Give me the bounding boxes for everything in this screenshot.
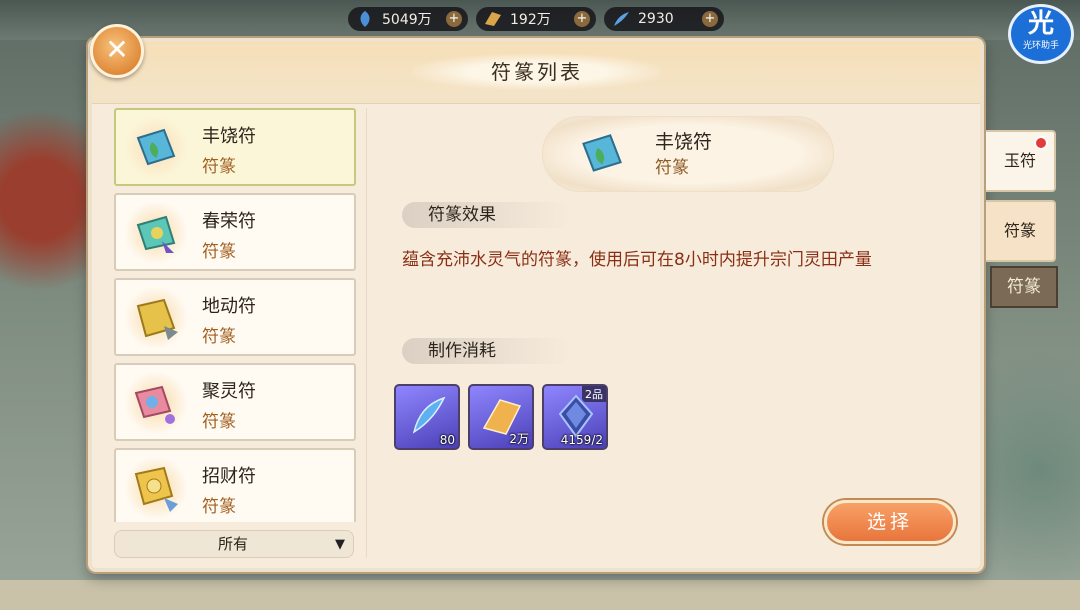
list-item[interactable]: 春荣符 符篆 <box>114 193 356 271</box>
talisman-list[interactable]: 丰饶符 符篆 春荣符 符篆 地动符 符篆 聚灵符 符篆 招财符 符篆 <box>114 108 356 522</box>
resource-bar: 5049万 + 192万 + 2930 + <box>348 7 724 31</box>
didong-talisman-icon <box>124 286 188 350</box>
item-type: 符篆 <box>202 157 236 177</box>
list-item[interactable]: 招财符 符篆 <box>114 448 356 522</box>
effect-section-title: 符篆效果 <box>402 202 572 228</box>
dropdown-arrow-icon: ▼ <box>335 537 345 552</box>
chunrong-talisman-icon <box>124 201 188 265</box>
resource-paper: 192万 + <box>476 7 596 31</box>
zhaocai-talisman-icon <box>124 456 188 520</box>
fengrao-talisman-icon <box>124 116 188 180</box>
add-resource-button[interactable]: + <box>702 11 718 27</box>
selected-name: 丰饶符 <box>655 131 713 153</box>
panel-divider <box>366 108 367 558</box>
add-resource-button[interactable]: + <box>446 11 462 27</box>
blue-feather-icon <box>608 9 634 29</box>
juling-talisman-icon <box>124 371 188 435</box>
cost-section-title: 制作消耗 <box>402 338 572 364</box>
tab-talisman[interactable]: 符篆 <box>986 200 1056 262</box>
material-list: 80 2万 2品 4159/2 <box>394 384 608 450</box>
tab-label: 玉符 <box>1003 151 1036 170</box>
hanging-scroll-sign: 符篆 <box>990 266 1058 308</box>
item-name: 丰饶符 <box>202 126 256 147</box>
fox-mascot-icon: ✕ <box>105 33 129 66</box>
selected-talisman-header: 丰饶符 符篆 <box>542 116 834 192</box>
helper-app-badge[interactable]: 光 光环助手 <box>1008 4 1074 64</box>
effect-description: 蕴含充沛水灵气的符篆，使用后可在8小时内提升宗门灵田产量 <box>402 250 872 270</box>
resource-spirit-leaf: 5049万 + <box>348 7 468 31</box>
list-item[interactable]: 聚灵符 符篆 <box>114 363 356 441</box>
item-type: 符篆 <box>202 412 236 432</box>
list-item[interactable]: 丰饶符 符篆 <box>114 108 356 186</box>
material-slot[interactable]: 80 <box>394 384 460 450</box>
resource-value: 192万 <box>510 12 551 28</box>
talisman-paper-icon <box>480 9 506 29</box>
add-resource-button[interactable]: + <box>574 11 590 27</box>
item-name: 聚灵符 <box>202 381 256 402</box>
badge-sub-text: 光环助手 <box>1022 41 1059 51</box>
tab-jade-talisman[interactable]: 玉符 <box>986 130 1056 192</box>
list-item[interactable]: 地动符 符篆 <box>114 278 356 356</box>
item-type: 符篆 <box>202 327 236 347</box>
blue-leaf-icon <box>352 9 378 29</box>
item-name: 招财符 <box>202 466 256 487</box>
page-title: 符篆列表 <box>412 54 662 90</box>
material-count: 4159/2 <box>560 433 603 447</box>
select-button[interactable]: 选择 <box>824 500 956 544</box>
category-filter-dropdown[interactable]: 所有 ▼ <box>114 530 354 558</box>
background-ground <box>0 580 1080 610</box>
fengrao-talisman-icon <box>569 121 635 187</box>
talisman-list-panel: 符篆列表 丰饶符 符篆 春荣符 符篆 地动符 符篆 聚灵符 符篆 招财符 符篆 … <box>88 38 984 572</box>
panel-header: 符篆列表 <box>92 42 980 104</box>
material-count: 80 <box>439 433 455 447</box>
resource-value: 5049万 <box>382 12 432 28</box>
filter-label: 所有 <box>217 535 248 553</box>
item-type: 符篆 <box>202 497 236 517</box>
badge-main-text: 光 <box>1027 9 1054 39</box>
tab-label: 符篆 <box>1003 221 1036 240</box>
selected-type: 符篆 <box>655 158 689 178</box>
notification-dot <box>1034 136 1048 150</box>
back-button[interactable]: ✕ <box>90 24 144 78</box>
material-slot[interactable]: 2万 <box>468 384 534 450</box>
material-slot[interactable]: 2品 4159/2 <box>542 384 608 450</box>
item-name: 春荣符 <box>202 211 256 232</box>
resource-feather: 2930 + <box>604 7 724 31</box>
item-type: 符篆 <box>202 242 236 262</box>
resource-value: 2930 <box>638 11 674 27</box>
item-name: 地动符 <box>202 296 256 317</box>
material-count: 2万 <box>509 432 529 446</box>
